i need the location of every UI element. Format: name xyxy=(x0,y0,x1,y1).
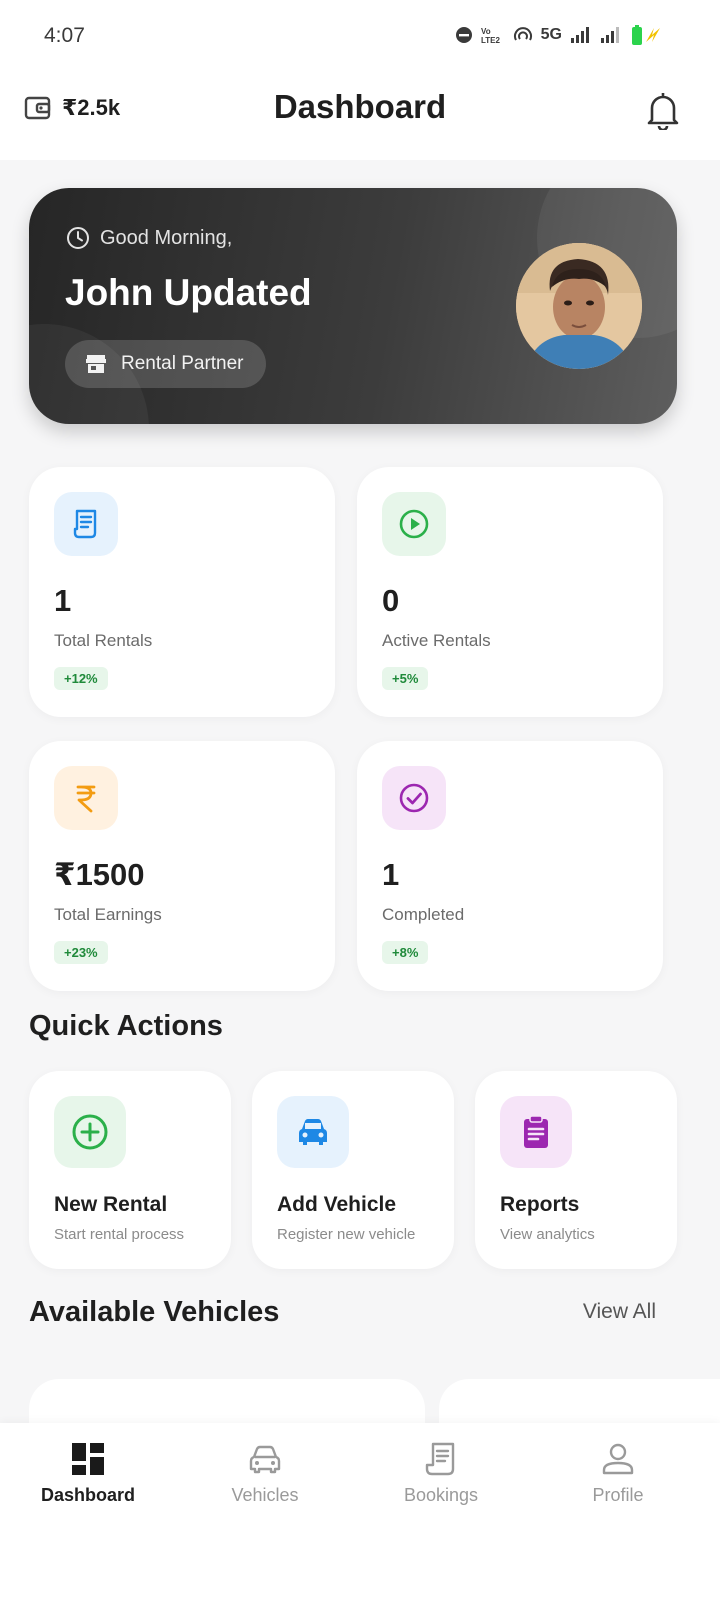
stat-change-badge: +23% xyxy=(54,941,108,964)
notifications-button[interactable] xyxy=(646,90,680,135)
signal-icon xyxy=(571,27,589,43)
action-title: Reports xyxy=(500,1193,580,1216)
rupee-icon xyxy=(54,766,118,830)
svg-text:LTE2: LTE2 xyxy=(481,36,501,45)
stat-card-completed[interactable]: 1 Completed +8% xyxy=(357,741,663,991)
user-name: John Updated xyxy=(65,272,312,313)
greeting: Good Morning, xyxy=(66,226,232,250)
add-circle-icon xyxy=(54,1096,126,1168)
store-icon xyxy=(86,355,106,373)
greeting-text: Good Morning, xyxy=(100,226,233,249)
stat-card-total-rentals[interactable]: 1 Total Rentals +12% xyxy=(29,467,335,717)
role-label: Rental Partner xyxy=(121,353,244,374)
stat-change-badge: +12% xyxy=(54,667,108,690)
action-title: New Rental xyxy=(54,1193,168,1216)
add-vehicle-button[interactable]: Add Vehicle Register new vehicle xyxy=(252,1071,454,1269)
new-rental-button[interactable]: New Rental Start rental process xyxy=(29,1071,231,1269)
reports-button[interactable]: Reports View analytics xyxy=(475,1071,677,1269)
signal-icon-2 xyxy=(601,27,619,43)
nav-bookings[interactable]: Bookings xyxy=(361,1441,521,1506)
car-icon xyxy=(249,1445,281,1474)
app-bar: ₹2.5k Dashboard xyxy=(0,72,720,160)
nav-label: Profile xyxy=(592,1485,644,1505)
clipboard-icon xyxy=(500,1096,572,1168)
action-subtitle: Start rental process xyxy=(54,1226,185,1243)
stat-label: Active Rentals xyxy=(382,631,491,650)
stat-card-active-rentals[interactable]: 0 Active Rentals +5% xyxy=(357,467,663,717)
stat-label: Total Rentals xyxy=(54,631,153,650)
welcome-card: Good Morning, John Updated Rental Partne… xyxy=(29,188,677,424)
network-type: 5G xyxy=(540,26,562,43)
stat-value: 1 xyxy=(382,857,400,892)
nav-dashboard[interactable]: Dashboard xyxy=(8,1441,168,1506)
page-title: Dashboard xyxy=(273,88,447,125)
nav-label: Bookings xyxy=(403,1485,479,1505)
stat-change-badge: +5% xyxy=(382,667,429,690)
stat-value: ₹1500 xyxy=(54,857,145,892)
bottom-navigation: Dashboard Vehicles Bookings Profile xyxy=(0,1423,720,1600)
action-title: Add Vehicle xyxy=(277,1193,397,1216)
nav-label: Dashboard xyxy=(40,1485,136,1505)
volte-icon: VoLTE2 xyxy=(481,27,501,45)
quick-actions-title: Quick Actions xyxy=(29,1010,223,1042)
car-icon xyxy=(277,1096,349,1168)
receipt-icon xyxy=(54,492,118,556)
stat-change-badge: +8% xyxy=(382,941,429,964)
clock-icon xyxy=(67,227,89,249)
check-circle-icon xyxy=(382,766,446,830)
nav-vehicles[interactable]: Vehicles xyxy=(185,1441,345,1506)
view-all-link[interactable]: View All xyxy=(583,1300,656,1324)
hotspot-icon xyxy=(513,27,532,41)
status-time: 4:07 xyxy=(44,24,85,47)
action-subtitle: Register new vehicle xyxy=(277,1226,416,1243)
status-icons: Vo LTE2 5G xyxy=(455,24,668,46)
stat-label: Completed xyxy=(382,905,465,924)
receipt-icon xyxy=(425,1442,455,1476)
available-vehicles-title: Available Vehicles xyxy=(29,1296,280,1328)
dnd-icon xyxy=(455,27,472,43)
dashboard-icon xyxy=(72,1443,104,1475)
battery-icon xyxy=(632,25,660,45)
play-circle-icon xyxy=(382,492,446,556)
svg-text:Vo: Vo xyxy=(481,27,491,36)
role-badge: Rental Partner xyxy=(65,340,266,388)
person-icon xyxy=(602,1443,634,1475)
status-bar: 4:07 Vo LTE2 5G xyxy=(0,0,720,72)
profile-photo xyxy=(516,243,642,369)
action-subtitle: View analytics xyxy=(500,1226,595,1243)
stat-label: Total Earnings xyxy=(54,905,162,924)
stat-value: 0 xyxy=(382,583,400,618)
avatar[interactable] xyxy=(516,243,642,369)
nav-profile[interactable]: Profile xyxy=(538,1441,698,1506)
nav-label: Vehicles xyxy=(231,1485,299,1505)
stat-card-total-earnings[interactable]: ₹1500 Total Earnings +23% xyxy=(29,741,335,991)
bell-icon xyxy=(647,93,679,132)
stat-value: 1 xyxy=(54,583,72,618)
